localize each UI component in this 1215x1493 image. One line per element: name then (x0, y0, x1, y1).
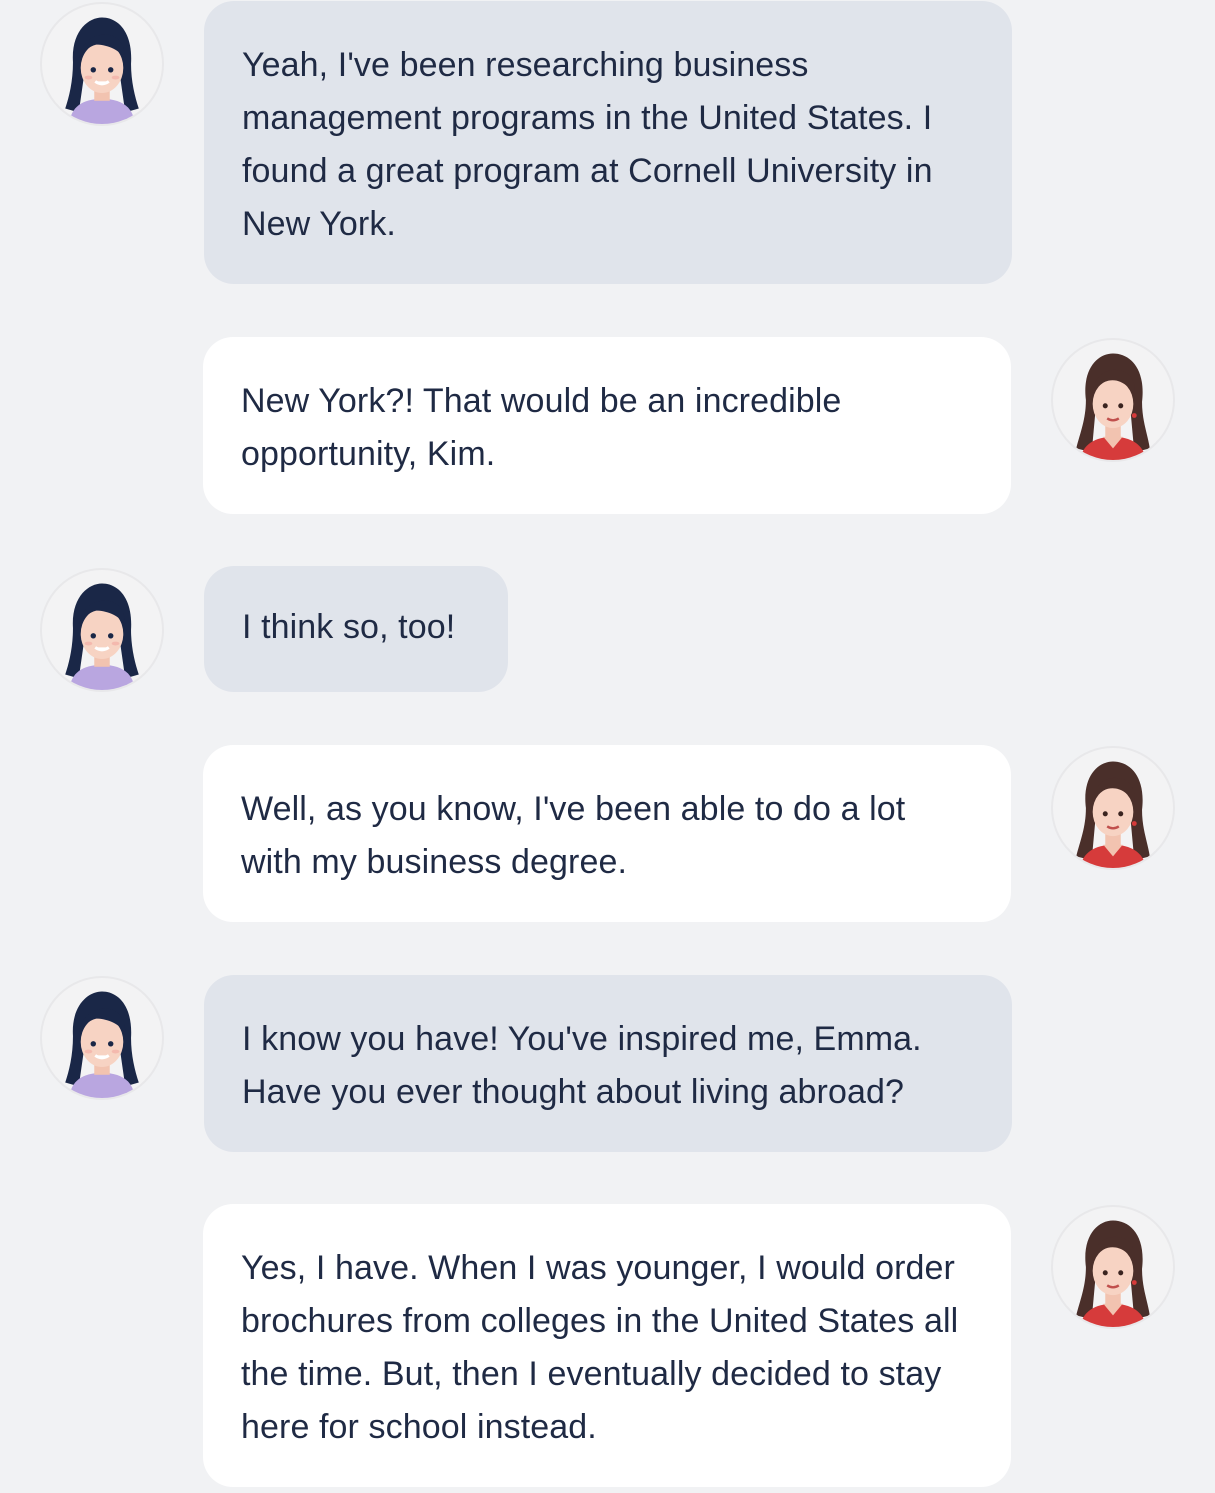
emma-avatar-icon (1051, 1205, 1175, 1329)
chat-transcript: Yeah, I've been researching business man… (0, 0, 1215, 1493)
kim-avatar-icon (40, 2, 164, 126)
message-bubble: I know you have! You've inspired me, Emm… (204, 975, 1012, 1152)
kim-avatar-icon (40, 976, 164, 1100)
emma-avatar-icon (1051, 338, 1175, 462)
message-bubble: Yeah, I've been researching business man… (204, 1, 1012, 284)
message-bubble: I think so, too! (204, 566, 508, 692)
message-bubble: Well, as you know, I've been able to do … (203, 745, 1011, 922)
message-bubble: New York?! That would be an incredible o… (203, 337, 1011, 514)
message-bubble: Yes, I have. When I was younger, I would… (203, 1204, 1011, 1487)
emma-avatar-icon (1051, 746, 1175, 870)
kim-avatar-icon (40, 568, 164, 692)
